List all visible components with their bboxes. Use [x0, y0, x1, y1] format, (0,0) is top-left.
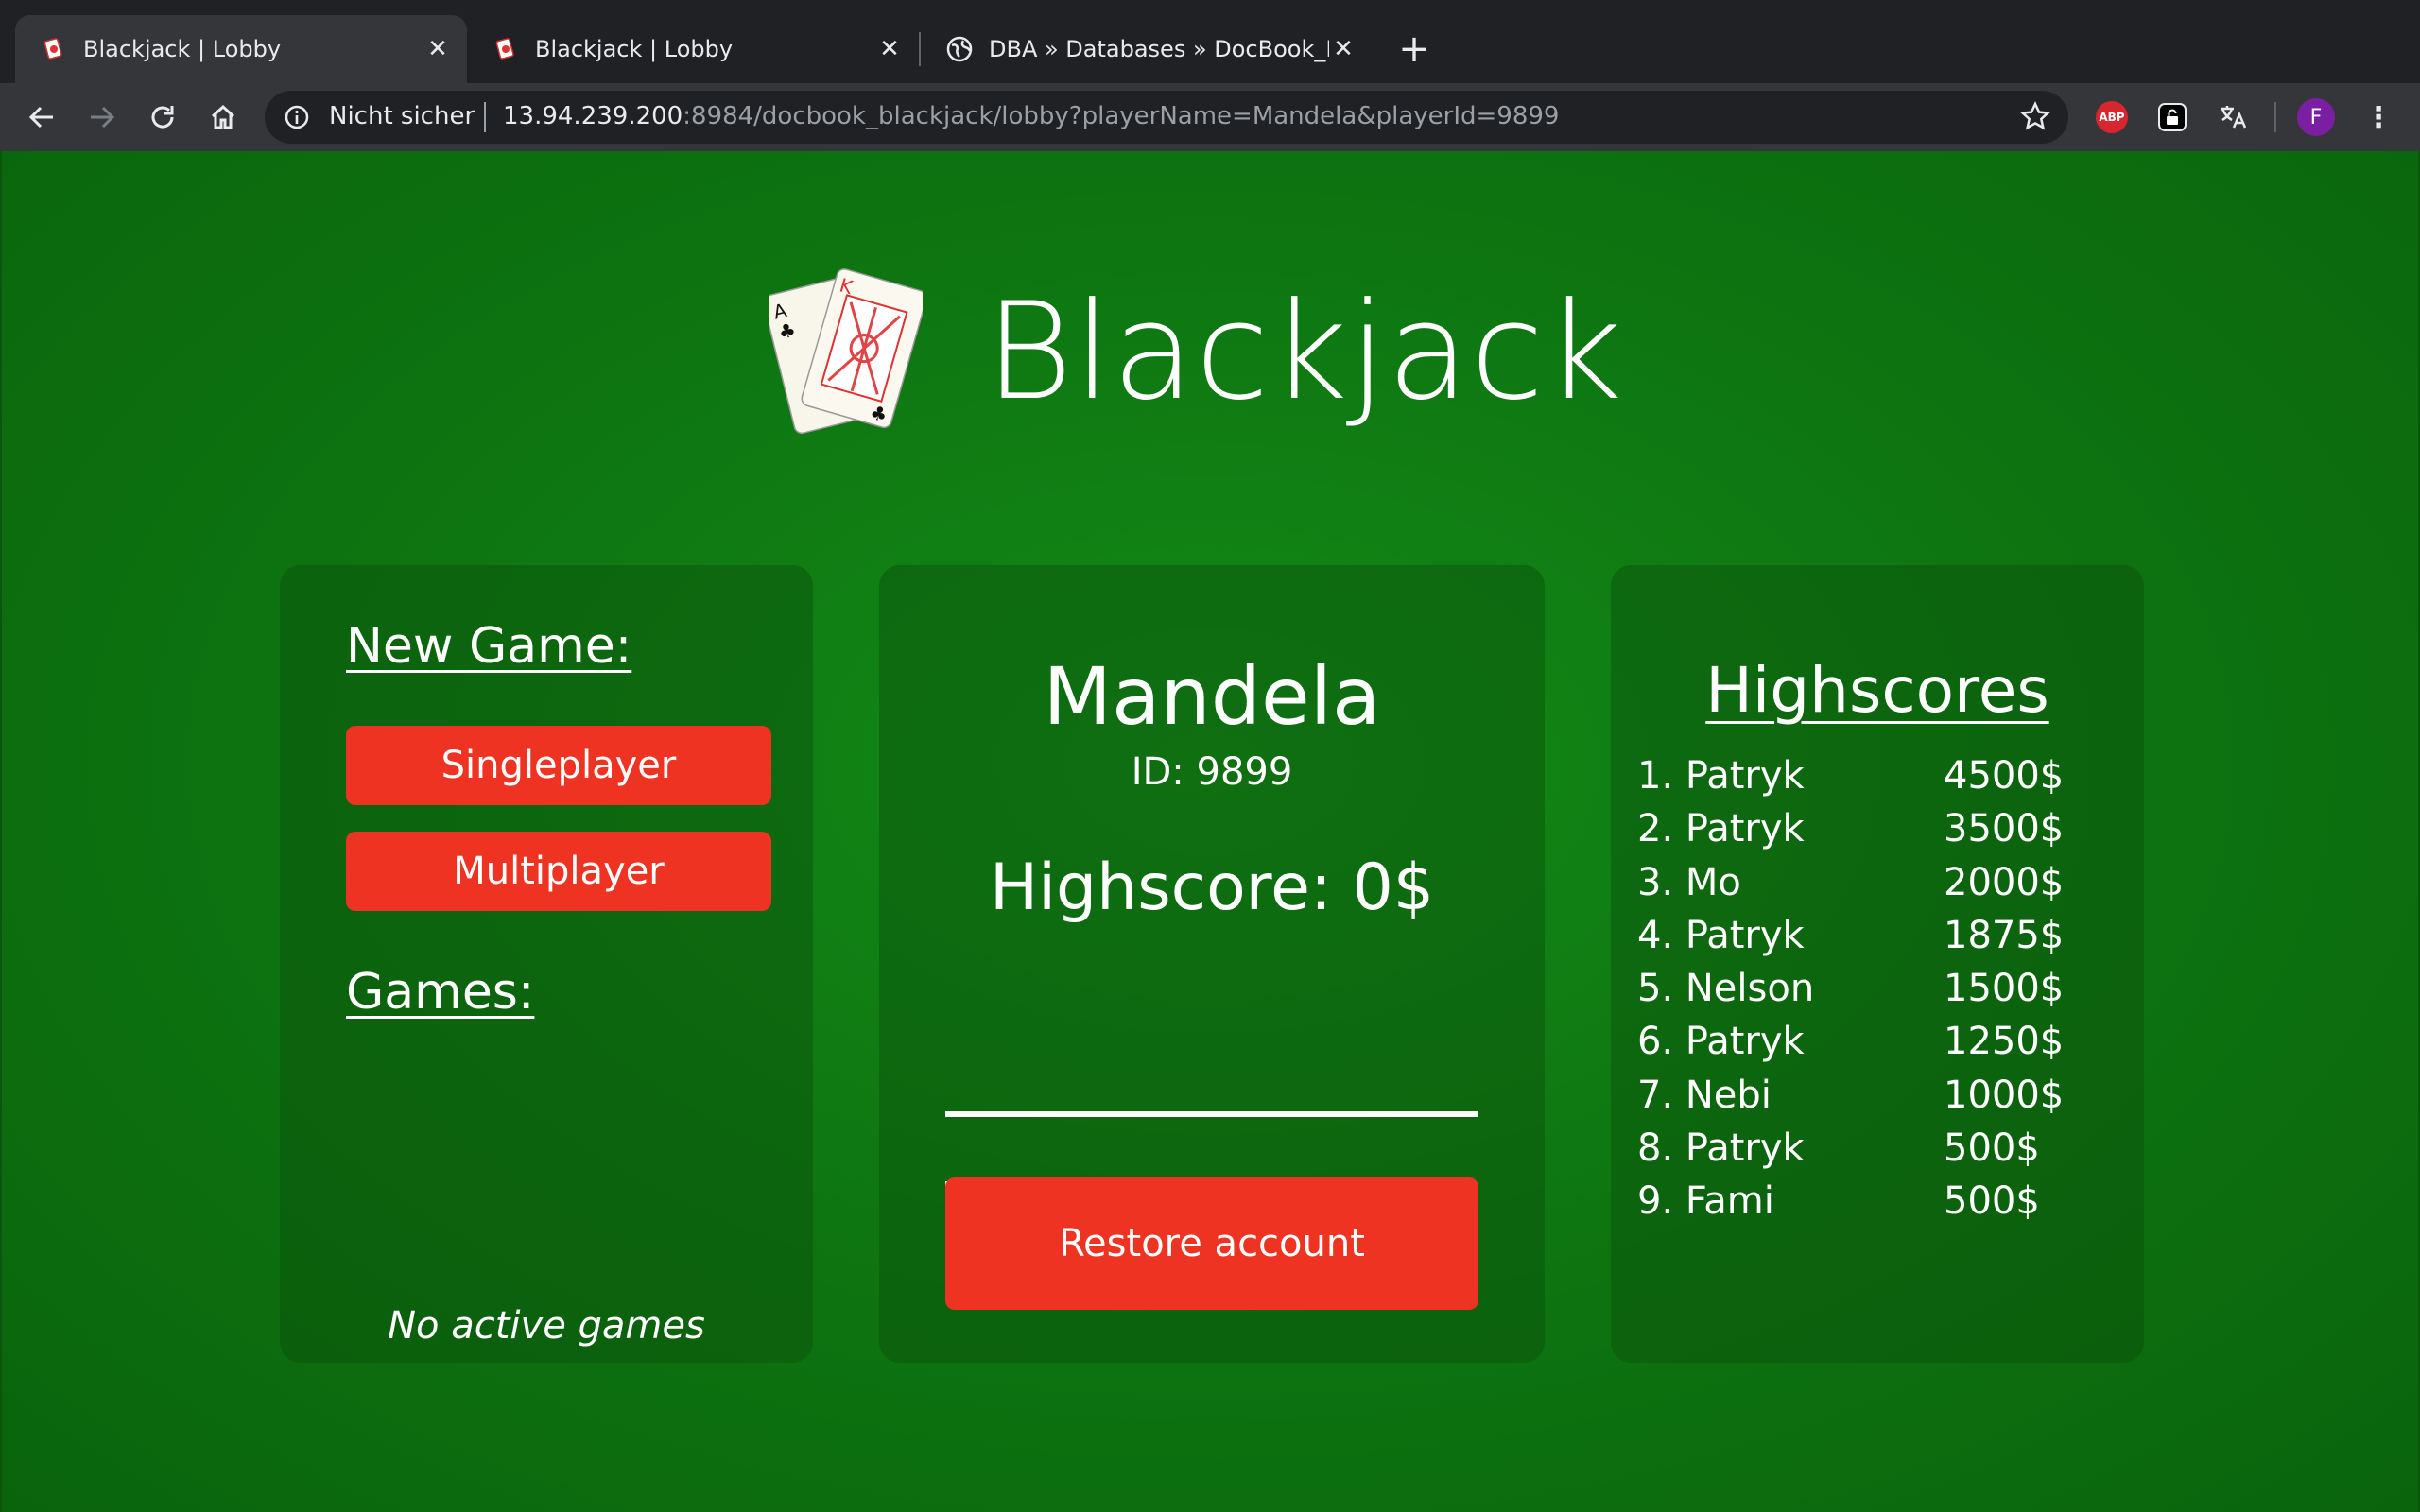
- highscore-row: 1. Patryk 4500$: [1637, 754, 2110, 807]
- close-tab-icon[interactable]: ✕: [875, 35, 904, 63]
- highscore-value: 500$: [1944, 1126, 2040, 1171]
- highscore-player: 1. Patryk: [1637, 754, 1805, 798]
- restore-account-button[interactable]: Restore account: [945, 1177, 1478, 1310]
- highscore-row: 3. Mo 2000$: [1637, 861, 2110, 914]
- highscore-player: 3. Mo: [1637, 860, 1741, 904]
- player-panel: Mandela ID: 9899 Highscore: 0$ Restore a…: [879, 565, 1545, 1363]
- arrow-left-icon: [28, 106, 53, 129]
- home-icon: [211, 104, 235, 129]
- highscores-title: Highscores: [1705, 654, 2049, 727]
- omnibox-divider: [484, 102, 486, 132]
- reload-icon: [151, 106, 174, 129]
- site-title: Blackjack: [985, 274, 1624, 430]
- home-button[interactable]: [200, 94, 246, 140]
- highscore-value: 1875$: [1944, 913, 2065, 957]
- highscore-value: 3500$: [1944, 807, 2065, 851]
- multiplayer-button[interactable]: Multiplayer: [346, 832, 771, 911]
- highscore-player: 8. Patryk: [1637, 1126, 1805, 1171]
- highscore-player: 7. Nebi: [1637, 1073, 1772, 1117]
- close-tab-icon[interactable]: ✕: [1329, 35, 1357, 63]
- tab-title: Blackjack | Lobby: [83, 36, 282, 62]
- new-tab-button[interactable]: +: [1392, 28, 1437, 74]
- tab-dba-databases[interactable]: DBA » Databases » DocBook_Lo ✕: [921, 15, 1373, 83]
- lock-extension-button[interactable]: [2153, 98, 2191, 136]
- globe-icon: [945, 35, 974, 63]
- close-tab-icon[interactable]: ✕: [424, 35, 452, 63]
- tab-title: DBA » Databases » DocBook_Lo: [989, 36, 1329, 62]
- playing-card-icon: [40, 35, 68, 63]
- bookmark-star-icon[interactable]: [2019, 100, 2051, 132]
- highscores-panel: Highscores 1. Patryk 4500$ 2. Patryk 3500$…: [1611, 565, 2144, 1363]
- info-icon[interactable]: [284, 104, 310, 130]
- highscore-player: 6. Patryk: [1637, 1020, 1805, 1064]
- player-name: Mandela: [1043, 650, 1381, 743]
- highscore-player: 4. Patryk: [1637, 913, 1805, 957]
- translate-icon: [2221, 106, 2247, 129]
- highscore-player: 5. Nelson: [1637, 967, 1815, 1011]
- player-highscore: Highscore: 0$: [989, 850, 1435, 925]
- games-heading: Games:: [346, 964, 535, 1021]
- toolbar-divider: [2274, 102, 2276, 132]
- highscore-value: 1500$: [1944, 967, 2065, 1011]
- highscore-row: 7. Nebi 1000$: [1637, 1074, 2110, 1126]
- url-path: :8984/docbook_blackjack/lobby?playerName…: [683, 102, 1560, 130]
- abp-icon: ABP: [2096, 101, 2128, 133]
- profile-avatar: F: [2297, 98, 2335, 136]
- highscore-value: 4500$: [1944, 754, 2065, 798]
- highscore-row: 8. Patryk 500$: [1637, 1126, 2110, 1179]
- highscore-row: 4. Patryk 1875$: [1637, 914, 2110, 967]
- highscore-value: 1250$: [1944, 1020, 2065, 1064]
- highscore-player: 2. Patryk: [1637, 807, 1805, 851]
- security-label[interactable]: Nicht sicher: [329, 102, 475, 130]
- singleplayer-button[interactable]: Singleplayer: [346, 726, 771, 805]
- reload-button[interactable]: [140, 94, 185, 140]
- url-text[interactable]: 13.94.239.200:8984/docbook_blackjack/lob…: [503, 102, 1559, 130]
- adblock-extension-button[interactable]: ABP: [2093, 98, 2131, 136]
- back-button[interactable]: [19, 94, 64, 140]
- arrow-right-icon: [91, 106, 115, 129]
- url-host: 13.94.239.200: [503, 102, 683, 130]
- highscore-row: 2. Patryk 3500$: [1637, 807, 2110, 860]
- highscore-row: 5. Nelson 1500$: [1637, 967, 2110, 1020]
- new-game-panel: New Game: Singleplayer Multiplayer Games…: [280, 565, 813, 1363]
- lock-icon: [2158, 103, 2187, 131]
- highscore-row: 6. Patryk 1250$: [1637, 1020, 2110, 1073]
- page-viewport: A ♣ K ♣ Blackjack New Game: Singleplayer…: [0, 151, 2420, 1512]
- profile-button[interactable]: F: [2297, 98, 2335, 136]
- highscore-value: 500$: [1944, 1179, 2040, 1224]
- highscore-player: 9. Fami: [1637, 1179, 1774, 1224]
- highscore-value: 2000$: [1944, 860, 2065, 904]
- tab-blackjack-lobby-1[interactable]: Blackjack | Lobby ✕: [15, 15, 467, 83]
- browser-tab-strip: Blackjack | Lobby ✕ Blackjack | Lobby ✕ …: [0, 0, 2420, 83]
- playing-card-icon: [492, 35, 520, 63]
- empty-games-text: No active games: [388, 1304, 705, 1348]
- highscore-row: 9. Fami 500$: [1637, 1179, 2110, 1232]
- highscores-list: 1. Patryk 4500$ 2. Patryk 3500$ 3. Mo 2000$…: [1637, 754, 2110, 1233]
- tab-title: Blackjack | Lobby: [535, 36, 734, 62]
- translate-extension-button[interactable]: [2214, 98, 2252, 136]
- divider-line: [945, 1111, 1478, 1117]
- player-id: ID: 9899: [1131, 750, 1293, 794]
- forward-button[interactable]: [79, 94, 125, 140]
- highscore-value: 1000$: [1944, 1073, 2065, 1117]
- playing-cards-logo: A ♣ K ♣: [769, 268, 923, 435]
- new-game-heading: New Game:: [346, 618, 632, 675]
- more-vertical-icon: ⋮: [2364, 100, 2393, 134]
- address-bar[interactable]: Nicht sicher 13.94.239.200:8984/docbook_…: [265, 91, 2068, 144]
- browser-toolbar: Nicht sicher 13.94.239.200:8984/docbook_…: [0, 83, 2420, 151]
- browser-menu-button[interactable]: ⋮: [2360, 98, 2397, 136]
- tab-blackjack-lobby-2[interactable]: Blackjack | Lobby ✕: [467, 15, 919, 83]
